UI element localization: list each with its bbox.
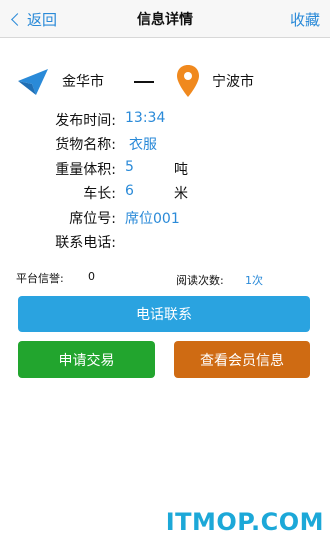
page-title: 信息详情 <box>137 12 193 28</box>
detail-row-weight: 重量体积: 5 吨 <box>0 159 330 181</box>
trust-value: 0 <box>88 270 95 283</box>
route-separator <box>134 81 154 83</box>
stats-row: 平台信誉: 0 阅读次数: 1次 <box>0 270 330 288</box>
origin-city: 金华市 <box>62 74 104 90</box>
detail-label: 联系电话: <box>55 235 116 251</box>
detail-row-goods: 货物名称: 衣服 <box>0 134 330 156</box>
detail-row-length: 车长: 6 米 <box>0 183 330 205</box>
trust-label: 平台信誉: <box>16 272 64 285</box>
destination-city: 宁波市 <box>212 74 254 90</box>
detail-value: 6 <box>125 183 134 199</box>
detail-label: 席位号: <box>69 211 116 227</box>
detail-value: 衣服 <box>129 137 157 153</box>
detail-row-seat: 席位号: 席位001 <box>0 208 330 230</box>
detail-label: 车长: <box>83 186 116 202</box>
detail-row-time: 发布时间: 13:34 <box>0 110 330 132</box>
detail-label: 重量体积: <box>55 162 116 178</box>
detail-value: 5 <box>125 159 134 175</box>
detail-value: 13:34 <box>125 110 166 126</box>
navigation-arrow-icon <box>18 69 48 95</box>
detail-unit: 米 <box>174 186 188 202</box>
reads-label: 阅读次数: <box>176 274 224 287</box>
apply-trade-button[interactable]: 申请交易 <box>18 341 155 378</box>
favorite-button[interactable]: 收藏 <box>290 9 320 30</box>
detail-unit: 吨 <box>174 162 188 178</box>
detail-label: 货物名称: <box>55 137 116 153</box>
location-pin-icon <box>177 65 199 97</box>
reads-value: 1次 <box>245 274 263 287</box>
route-header: 金华市 宁波市 <box>0 62 330 100</box>
watermark: ITMOP.COM <box>165 508 324 536</box>
detail-value: 席位001 <box>125 211 180 227</box>
detail-row-phone: 联系电话: <box>0 232 330 254</box>
call-button[interactable]: 电话联系 <box>18 296 310 332</box>
navigation-bar: 返回 信息详情 收藏 <box>0 0 330 38</box>
detail-label: 发布时间: <box>55 113 116 129</box>
view-member-button[interactable]: 查看会员信息 <box>174 341 310 378</box>
